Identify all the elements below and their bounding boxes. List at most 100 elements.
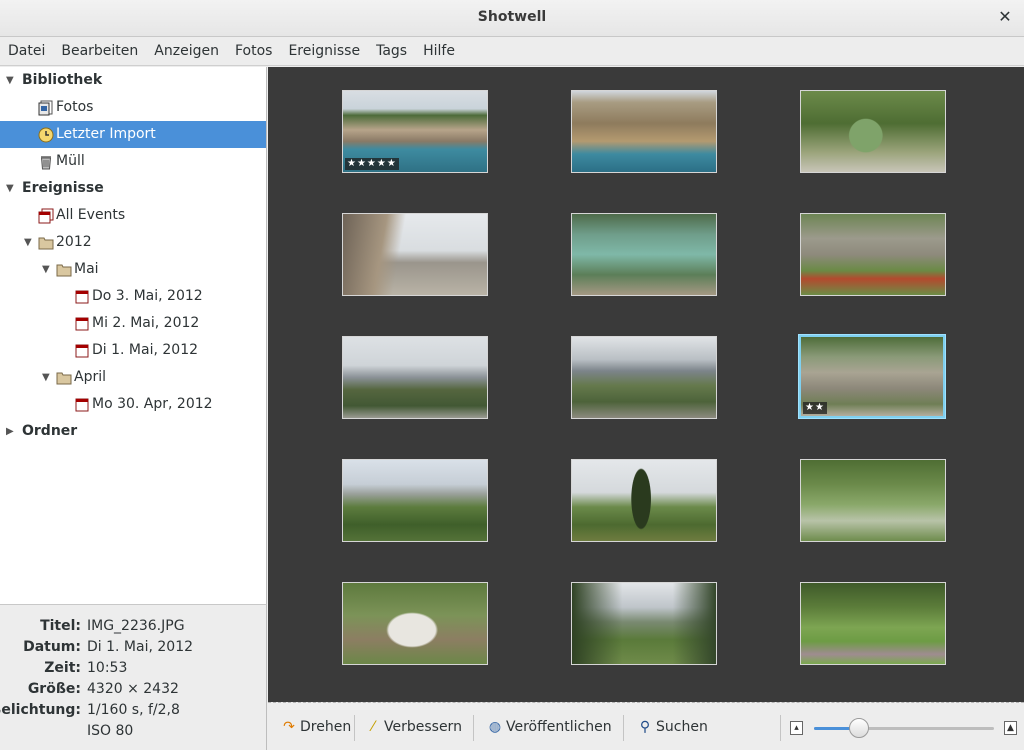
info-value: 10:53 (87, 660, 128, 676)
sidebar-item-label: Do 3. Mai, 2012 (92, 288, 203, 304)
photo-thumbnail[interactable] (571, 459, 717, 542)
info-value: 1/160 s, f/2,8 (87, 702, 180, 718)
expander-open-icon[interactable]: ▼ (24, 229, 32, 256)
calendar-icon (75, 317, 89, 331)
sidebar-item-year-2012[interactable]: ▼ 2012 (0, 229, 266, 256)
photo-thumbnail[interactable] (571, 213, 717, 296)
photo-thumbnail[interactable] (571, 582, 717, 665)
menu-view[interactable]: Anzeigen (146, 37, 227, 66)
search-icon: ⚲ (639, 719, 651, 735)
photos-icon (38, 100, 53, 116)
magic-wand-icon: ⁄ (371, 719, 375, 735)
info-row-iso: ISO 80 (0, 721, 267, 742)
rotate-button[interactable]: ↷ Drehen (280, 703, 351, 750)
photo-thumbnail[interactable] (342, 582, 488, 665)
photo-thumbnail[interactable]: ★★ (799, 335, 945, 418)
sidebar-item-last-import[interactable]: Letzter Import (0, 121, 266, 148)
info-value: 4320 × 2432 (87, 681, 179, 697)
clock-icon (38, 127, 54, 143)
photo-thumbnail[interactable] (800, 582, 946, 665)
sidebar-item-may[interactable]: ▼ Mai (0, 256, 266, 283)
info-row-date: Datum: Di 1. Mai, 2012 (0, 637, 267, 658)
calendar-icon (75, 398, 89, 412)
sidebar-item-trash[interactable]: Müll (0, 148, 266, 175)
photo-thumbnail[interactable] (342, 459, 488, 542)
sidebar-item-may2[interactable]: Mi 2. Mai, 2012 (0, 310, 266, 337)
photo-thumbnail[interactable] (800, 90, 946, 173)
info-label: Titel: (40, 618, 81, 634)
zoom-out-icon[interactable]: ▴ (790, 721, 803, 735)
toolbar-separator (780, 715, 781, 741)
sidebar-item-label: Ereignisse (22, 180, 104, 196)
photo-thumbnail[interactable] (342, 336, 488, 419)
sidebar-item-may1[interactable]: Di 1. Mai, 2012 (0, 337, 266, 364)
info-label: Größe: (27, 681, 81, 697)
sidebar-item-apr30[interactable]: Mo 30. Apr, 2012 (0, 391, 266, 418)
metadata-panel: Titel: IMG_2236.JPG Datum: Di 1. Mai, 20… (0, 604, 267, 750)
sidebar-item-may3[interactable]: Do 3. Mai, 2012 (0, 283, 266, 310)
search-button[interactable]: ⚲ Suchen (636, 703, 708, 750)
zoom-in-icon[interactable]: ▲ (1004, 721, 1017, 735)
expander-open-icon[interactable]: ▼ (42, 256, 50, 283)
info-row-exposure: Belichtung: 1/160 s, f/2,8 (0, 700, 267, 721)
sidebar-item-label: Müll (56, 153, 85, 169)
sidebar-item-label: Mai (74, 261, 99, 277)
sidebar-folders-header[interactable]: ▶ Ordner (0, 418, 266, 445)
enhance-label: Verbessern (384, 719, 462, 735)
sidebar-item-label: Mo 30. Apr, 2012 (92, 396, 213, 412)
menu-photos[interactable]: Fotos (227, 37, 280, 66)
globe-icon: ◍ (488, 719, 502, 735)
sidebar-item-label: Fotos (56, 99, 94, 115)
sidebar-item-label: April (74, 369, 106, 385)
expander-closed-icon[interactable]: ▶ (6, 418, 14, 445)
menu-edit[interactable]: Bearbeiten (53, 37, 146, 66)
photo-thumbnail[interactable] (800, 213, 946, 296)
info-label: Datum: (23, 639, 81, 655)
sidebar-item-label: Mi 2. Mai, 2012 (92, 315, 200, 331)
menu-help[interactable]: Hilfe (415, 37, 463, 66)
info-label: Belichtung: (0, 702, 81, 718)
sidebar-item-photos[interactable]: Fotos (0, 94, 266, 121)
trash-icon (40, 156, 52, 170)
toolbar-separator (354, 715, 355, 741)
bottom-toolbar: ↷ Drehen ⁄ Verbessern ◍ Veröffentlichen ⚲ Su… (268, 702, 1024, 750)
toolbar-separator (473, 715, 474, 741)
menu-tags[interactable]: Tags (368, 37, 415, 66)
expander-open-icon[interactable]: ▼ (6, 67, 14, 94)
info-row-size: Größe: 4320 × 2432 (0, 679, 267, 700)
rotate-icon: ↷ (283, 719, 295, 735)
menu-file[interactable]: Datei (0, 37, 53, 66)
sidebar-library-header[interactable]: ▼ Bibliothek (0, 67, 266, 94)
menu-events[interactable]: Ereignisse (280, 37, 368, 66)
photo-thumbnail[interactable] (571, 336, 717, 419)
photo-thumbnail[interactable] (342, 213, 488, 296)
publish-button[interactable]: ◍ Veröffentlichen (486, 703, 612, 750)
photo-thumbnail[interactable] (571, 90, 717, 173)
info-value: Di 1. Mai, 2012 (87, 639, 194, 655)
events-icon (38, 208, 54, 224)
sidebar-item-label: Bibliothek (22, 72, 103, 88)
folder-icon (38, 237, 54, 250)
rotate-label: Drehen (300, 719, 352, 735)
sidebar-item-april[interactable]: ▼ April (0, 364, 266, 391)
search-label: Suchen (656, 719, 708, 735)
photo-thumbnail[interactable] (800, 459, 946, 542)
sidebar-events-header[interactable]: ▼ Ereignisse (0, 175, 266, 202)
sidebar-item-all-events[interactable]: All Events (0, 202, 266, 229)
info-value: IMG_2236.JPG (87, 618, 185, 634)
photo-grid: ★★★★★ ★★ (268, 67, 1024, 702)
close-icon[interactable]: ✕ (996, 7, 1014, 27)
enhance-button[interactable]: ⁄ Verbessern (364, 703, 462, 750)
calendar-icon (75, 344, 89, 358)
info-row-time: Zeit: 10:53 (0, 658, 267, 679)
photo-thumbnail[interactable]: ★★★★★ (342, 90, 488, 173)
title-bar: Shotwell ✕ (0, 0, 1024, 37)
zoom-slider-handle[interactable] (849, 718, 869, 738)
rating-stars: ★★ (803, 402, 827, 414)
expander-open-icon[interactable]: ▼ (42, 364, 50, 391)
expander-open-icon[interactable]: ▼ (6, 175, 14, 202)
zoom-slider[interactable] (814, 718, 994, 738)
sidebar-item-label: Letzter Import (56, 126, 156, 142)
window-title: Shotwell (477, 9, 547, 25)
menu-bar: Datei Bearbeiten Anzeigen Fotos Ereignis… (0, 37, 1024, 66)
